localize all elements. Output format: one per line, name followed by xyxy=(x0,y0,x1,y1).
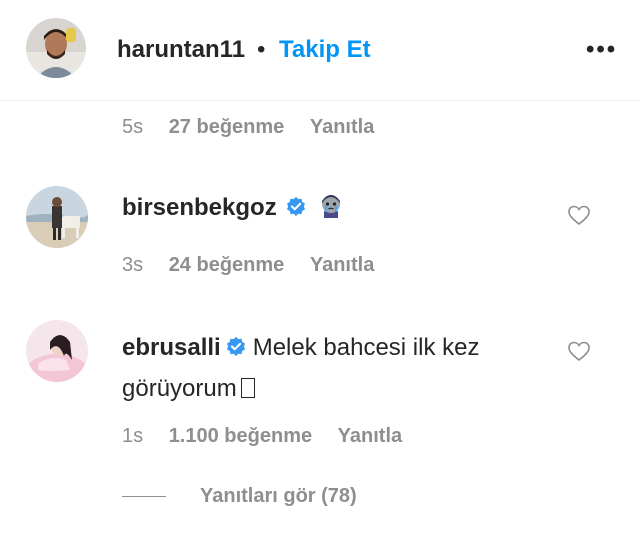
verified-badge-icon xyxy=(225,336,247,371)
ebrusalli-avatar[interactable] xyxy=(26,320,88,382)
birsenbekgoz-avatar[interactable] xyxy=(26,186,88,248)
comment-username[interactable]: birsenbekgoz xyxy=(122,194,277,221)
separator-dot: • xyxy=(257,36,266,63)
like-heart-icon[interactable] xyxy=(567,340,591,367)
replies-divider-line xyxy=(122,496,166,498)
reply-button[interactable]: Yanıtla xyxy=(310,116,374,138)
comment-likes[interactable]: 24 beğenme xyxy=(169,254,285,276)
haruntan11-avatar[interactable] xyxy=(26,18,86,78)
post-author-username[interactable]: haruntan11 xyxy=(117,36,245,64)
like-heart-icon[interactable] xyxy=(567,204,591,231)
view-replies-label: Yanıtları gör (78) xyxy=(200,485,357,507)
reply-button[interactable]: Yanıtla xyxy=(310,254,374,276)
comment-time: 1s xyxy=(122,425,144,447)
view-replies-button[interactable]: Yanıtları gör (78) xyxy=(122,485,357,508)
comment-meta-row: 3s 24 beğenme Yanıtla xyxy=(122,254,394,277)
comment-username[interactable]: ebrusalli xyxy=(122,334,221,361)
comment-meta-row: 5s 27 beğenme Yanıtla xyxy=(122,116,394,139)
comment-time: 5s xyxy=(122,116,144,138)
comment-meta-row: 1s 1.100 beğenme Yanıtla xyxy=(122,425,422,448)
comment-birsenbekgoz: birsenbekgoz xyxy=(122,193,344,223)
more-horizontal-icon[interactable]: ••• xyxy=(586,36,617,64)
crying-face-emoji xyxy=(318,195,344,219)
comment-likes[interactable]: 1.100 beğenme xyxy=(169,425,312,447)
verified-badge-icon xyxy=(285,196,307,223)
comment-likes[interactable]: 27 beğenme xyxy=(169,116,285,138)
comment-text: Melek bahcesi ilk kez xyxy=(252,334,480,361)
comment-time: 3s xyxy=(122,254,144,276)
comment-ebrusalli: ebrusalli Melek bahcesi ilk kez görüyoru… xyxy=(122,330,542,409)
post-header: haruntan11 • Takip Et ••• xyxy=(0,0,640,101)
comment-text: görüyorum xyxy=(122,375,237,402)
follow-button[interactable]: Takip Et xyxy=(279,36,371,64)
reply-button[interactable]: Yanıtla xyxy=(338,425,402,447)
missing-emoji-glyph-icon xyxy=(240,378,255,398)
